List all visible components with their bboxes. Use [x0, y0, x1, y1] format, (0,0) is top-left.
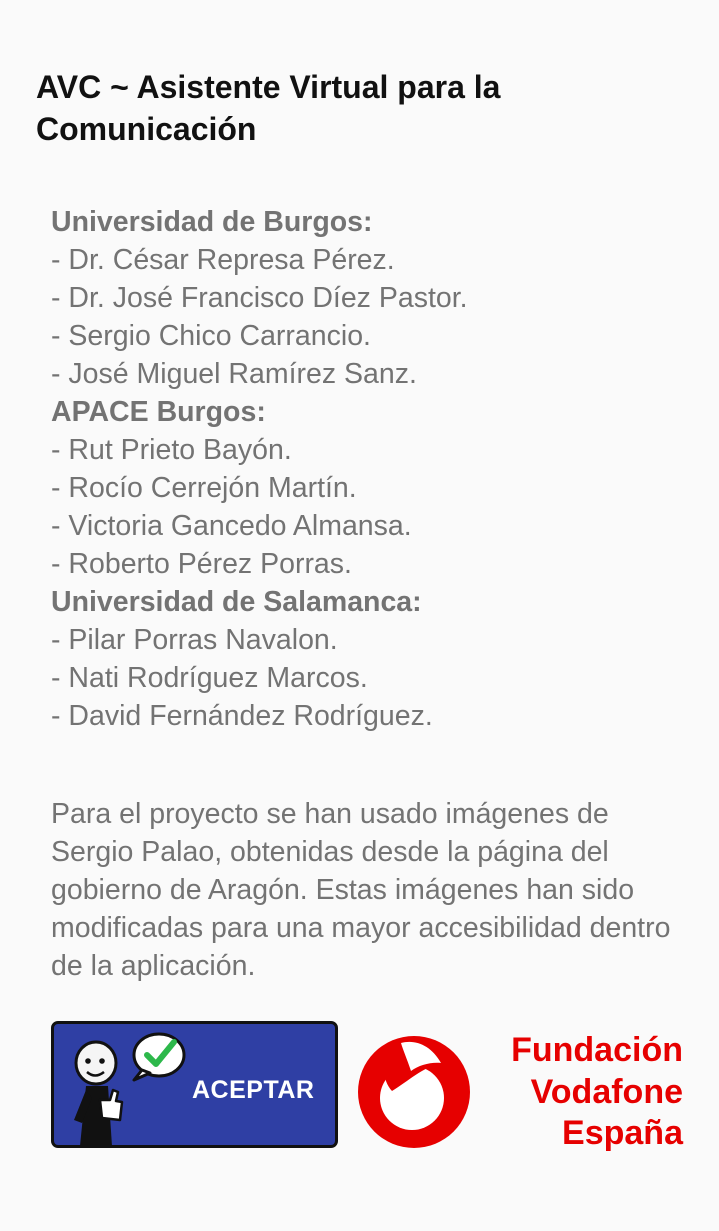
credit-person: - José Miguel Ramírez Sanz.	[51, 358, 417, 390]
credit-person: - Rocío Cerrejón Martín.	[51, 472, 357, 504]
credit-person: - Rut Prieto Bayón.	[51, 434, 292, 466]
image-credits-note: Para el proyecto se han usado imágenes d…	[51, 798, 671, 982]
vodafone-logo	[358, 1036, 470, 1148]
page-title: AVC ~ Asistente Virtual para la Comunica…	[36, 69, 501, 147]
credit-person: - Roberto Pérez Porras.	[51, 548, 352, 580]
sponsor-line: España	[562, 1114, 683, 1152]
credit-person: - David Fernández Rodríguez.	[51, 700, 433, 732]
credit-org-salamanca: Universidad de Salamanca:	[51, 586, 422, 618]
fundacion-vodafone-text: Fundación Vodafone España	[463, 1030, 683, 1155]
sponsor-line: Fundación	[511, 1031, 683, 1069]
accept-button[interactable]: ACEPTAR	[51, 1021, 338, 1148]
accept-button-label: ACEPTAR	[192, 1076, 315, 1104]
credit-org-apace: APACE Burgos:	[51, 396, 266, 428]
credit-person: - Victoria Gancedo Almansa.	[51, 510, 412, 542]
credit-org-burgos: Universidad de Burgos:	[51, 206, 373, 238]
credit-person: - Nati Rodríguez Marcos.	[51, 662, 368, 694]
sponsor-line: Vodafone	[530, 1072, 683, 1111]
credit-person: - Pilar Porras Navalon.	[51, 624, 338, 656]
credit-person: - Dr. José Francisco Díez Pastor.	[51, 282, 468, 314]
credits-list: Universidad de Burgos: - Dr. César Repre…	[51, 203, 691, 735]
credit-person: - Dr. César Represa Pérez.	[51, 244, 395, 276]
credit-person: - Sergio Chico Carrancio.	[51, 320, 371, 352]
